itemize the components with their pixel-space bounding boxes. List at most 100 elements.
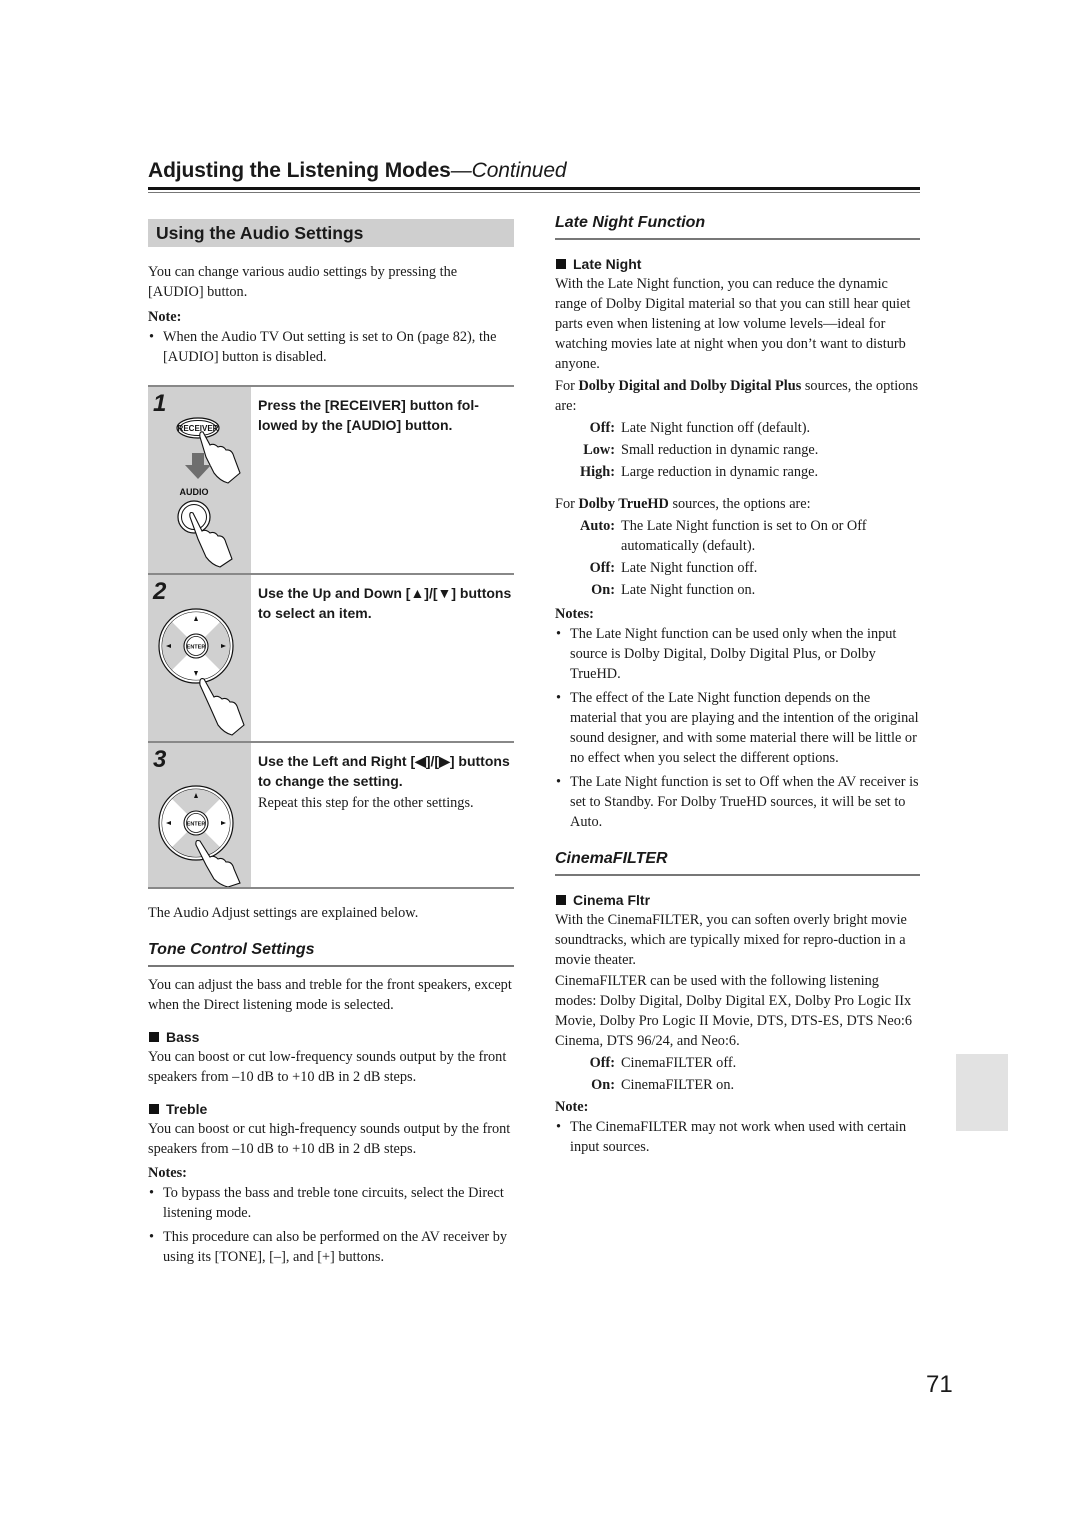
bass-heading-text: Bass — [166, 1029, 200, 1045]
audio-notes-list: When the Audio TV Out setting is set to … — [148, 327, 514, 367]
option-row: Off: Late Night function off (default). — [555, 418, 920, 438]
header-rule-thin — [148, 192, 920, 193]
step-3-body: Use the Left and Right [◀]/[▶] buttons t… — [251, 743, 514, 887]
step-2: 2 ENTER Use the Up and Down [▲]/[▼] butt… — [148, 575, 514, 743]
text-span: sources, the options are: — [668, 496, 811, 512]
option-value: CinemaFILTER off. — [621, 1055, 737, 1071]
chapter-side-tab — [956, 1054, 1008, 1131]
note-label: Note: — [148, 309, 182, 325]
right-column: Late Night Function Late Night With the … — [555, 212, 920, 1161]
option-row: On: Late Night function on. — [555, 580, 920, 600]
note-item: The Late Night function can be used only… — [555, 624, 920, 684]
step-1-body: Press the [RECEIVER] button fol-lowed by… — [251, 387, 514, 573]
option-key: High: — [580, 464, 615, 480]
option-value: The Late Night function is set to On or … — [621, 518, 867, 554]
cinema-fltr-heading-text: Cinema Fltr — [573, 892, 651, 908]
cinemafilter-intro: With the CinemaFILTER, you can soften ov… — [555, 912, 907, 968]
option-key: Off: — [589, 1055, 615, 1071]
truehd-options-intro: For Dolby TrueHD sources, the options ar… — [555, 494, 920, 514]
page-title-text: Adjusting the Listening Modes — [148, 159, 451, 182]
step-1-instruction: Press the [RECEIVER] button fol-lowed by… — [258, 397, 479, 433]
cinemafilter-note-label: Note: — [555, 1099, 589, 1115]
option-key: Auto: — [580, 518, 615, 534]
option-key: On: — [591, 1077, 615, 1093]
receiver-button-label: RECEIVER — [178, 424, 219, 433]
late-night-item-heading: Late Night — [555, 254, 920, 274]
tone-notes-label: Notes: — [148, 1165, 187, 1181]
dpad-left-right-icon: ENTER — [158, 785, 241, 887]
enter-button-label: ENTER — [187, 645, 206, 651]
option-key: Off: — [589, 420, 615, 436]
dolby-digital-options: Off: Late Night function off (default). L… — [555, 418, 920, 482]
cinemafilter-notes-list: The CinemaFILTER may not work when used … — [555, 1117, 920, 1157]
option-row: On: CinemaFILTER on. — [555, 1075, 920, 1095]
cinema-fltr-heading: Cinema Fltr — [555, 890, 920, 910]
text-span: For — [555, 496, 579, 512]
page-title-continued: —Continued — [450, 159, 567, 182]
late-night-intro: With the Late Night function, you can re… — [555, 276, 911, 372]
tone-intro: You can adjust the bass and treble for t… — [148, 977, 512, 1013]
option-row: Off: CinemaFILTER off. — [555, 1053, 920, 1073]
steps: 1 RECEIVER AUDIO Press the [RECEIVER] bu… — [148, 385, 514, 889]
step-3: 3 ENTER Use the Left and Right [◀]/[▶] b… — [148, 743, 514, 889]
cinemafilter-heading: CinemaFILTER — [555, 848, 920, 876]
step-1: 1 RECEIVER AUDIO Press the [RECEIVER] bu… — [148, 387, 514, 575]
late-night-notes-label: Notes: — [555, 606, 594, 622]
note-item: The effect of the Late Night function de… — [555, 688, 920, 768]
note-item: To bypass the bass and treble tone circu… — [148, 1183, 514, 1223]
treble-heading: Treble — [148, 1099, 514, 1119]
option-value: CinemaFILTER on. — [621, 1077, 735, 1093]
step-3-instruction: Use the Left and Right [◀]/[▶] buttons t… — [258, 753, 510, 789]
note-item: The CinemaFILTER may not work when used … — [555, 1117, 920, 1157]
page-header: Adjusting the Listening Modes—Continued — [148, 157, 920, 193]
cinemafilter-modes: CinemaFILTER can be used with the follow… — [555, 973, 913, 1049]
step-3-detail: Repeat this step for the other settings. — [258, 795, 474, 811]
option-row: Auto: The Late Night function is set to O… — [555, 516, 920, 556]
late-night-heading: Late Night Function — [555, 212, 920, 240]
tone-control-heading: Tone Control Settings — [148, 939, 514, 967]
option-value: Small reduction in dynamic range. — [621, 442, 819, 458]
option-row: High: Large reduction in dynamic range. — [555, 462, 920, 482]
late-night-notes-list: The Late Night function can be used only… — [555, 624, 920, 832]
step-1-illustration: 1 RECEIVER AUDIO — [148, 387, 251, 573]
dolby-digital-options-intro: For Dolby Digital and Dolby Digital Plus… — [555, 376, 920, 416]
after-steps-text: The Audio Adjust settings are explained … — [148, 905, 419, 921]
option-value: Late Night function off (default). — [621, 420, 811, 436]
enter-button-label: ENTER — [187, 822, 206, 828]
section-title-audio-settings: Using the Audio Settings — [148, 219, 514, 247]
header-rule-thick — [148, 187, 920, 190]
bold-span: Dolby Digital and Dolby Digital Plus — [578, 378, 802, 394]
late-night-item-heading-text: Late Night — [573, 256, 642, 272]
step-2-illustration: 2 ENTER — [148, 575, 251, 741]
dpad-up-down-icon: ENTER — [158, 608, 245, 736]
step-2-body: Use the Up and Down [▲]/[▼] buttons to s… — [251, 575, 514, 741]
option-value: Late Night function on. — [621, 582, 756, 598]
audio-settings-intro: You can change various audio settings by… — [148, 264, 458, 300]
note-item: This procedure can also be performed on … — [148, 1227, 514, 1267]
note-item: The Late Night function is set to Off wh… — [555, 772, 920, 832]
bold-span: Dolby TrueHD — [578, 496, 669, 512]
receiver-audio-press-icon: RECEIVER AUDIO — [176, 417, 241, 568]
audio-button-label: AUDIO — [180, 487, 209, 497]
truehd-options: Auto: The Late Night function is set to O… — [555, 516, 920, 600]
bass-text: You can boost or cut low-frequency sound… — [148, 1049, 507, 1085]
text-span: For — [555, 378, 579, 394]
square-bullet-icon — [149, 1032, 159, 1042]
left-column: Using the Audio Settings You can change … — [148, 219, 514, 1271]
square-bullet-icon — [556, 259, 566, 269]
step-2-instruction: Use the Up and Down [▲]/[▼] buttons to s… — [258, 585, 512, 621]
note-item: When the Audio TV Out setting is set to … — [148, 327, 514, 367]
cinemafilter-options: Off: CinemaFILTER off. On: CinemaFILTER on… — [555, 1053, 920, 1095]
square-bullet-icon — [149, 1104, 159, 1114]
option-value: Late Night function off. — [621, 560, 758, 576]
option-value: Large reduction in dynamic range. — [621, 464, 819, 480]
square-bullet-icon — [556, 895, 566, 905]
option-row: Off: Late Night function off. — [555, 558, 920, 578]
tone-notes-list: To bypass the bass and treble tone circu… — [148, 1183, 514, 1267]
option-row: Low: Small reduction in dynamic range. — [555, 440, 920, 460]
option-key: Off: — [589, 560, 615, 576]
bass-heading: Bass — [148, 1027, 514, 1047]
treble-text: You can boost or cut high-frequency soun… — [148, 1121, 511, 1157]
option-key: On: — [591, 582, 615, 598]
step-3-illustration: 3 ENTER — [148, 743, 251, 887]
